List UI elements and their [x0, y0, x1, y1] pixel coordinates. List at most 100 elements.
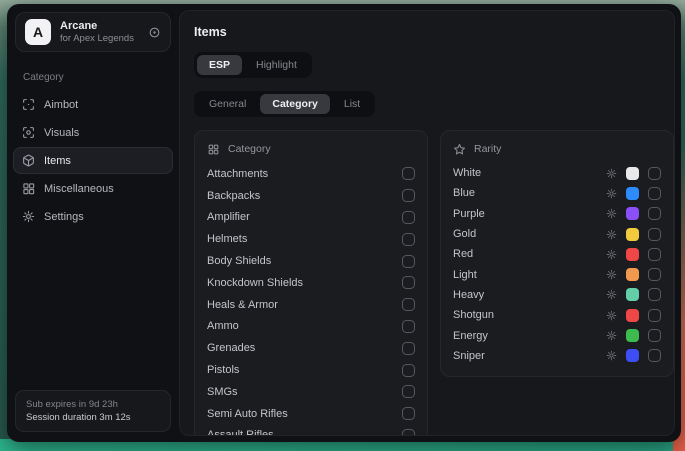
view-tab[interactable]: General: [197, 94, 258, 114]
view-tab[interactable]: List: [332, 94, 372, 114]
session-card: Sub expires in 9d 23h Session duration 3…: [15, 390, 171, 432]
category-checkbox[interactable]: [402, 211, 415, 224]
category-checkbox[interactable]: [402, 167, 415, 180]
color-swatch[interactable]: [626, 248, 639, 261]
color-swatch[interactable]: [626, 167, 639, 180]
category-checkbox[interactable]: [402, 255, 415, 268]
gear-icon[interactable]: [606, 249, 617, 260]
color-swatch[interactable]: [626, 187, 639, 200]
color-swatch[interactable]: [626, 349, 639, 362]
category-row-label: Assault Rifles: [207, 429, 274, 436]
category-row-label: Semi Auto Rifles: [207, 408, 288, 420]
session-duration-text: Session duration 3m 12s: [26, 411, 160, 424]
crosshair-icon: [22, 98, 35, 111]
category-checkbox[interactable]: [402, 298, 415, 311]
rarity-checkbox[interactable]: [648, 288, 661, 301]
mode-tab[interactable]: ESP: [197, 55, 242, 75]
color-swatch[interactable]: [626, 268, 639, 281]
rarity-row-label: Purple: [453, 208, 485, 220]
star-icon: [453, 143, 466, 156]
sidebar-item[interactable]: Settings: [13, 203, 173, 230]
category-row: Backpacks: [207, 185, 415, 207]
sidebar-item-label: Settings: [44, 211, 84, 223]
category-checkbox[interactable]: [402, 189, 415, 202]
rarity-row-label: Gold: [453, 228, 476, 240]
category-row-label: Heals & Armor: [207, 299, 278, 311]
color-swatch[interactable]: [626, 329, 639, 342]
view-tabs: General Category List: [194, 91, 375, 117]
rarity-row-label: Energy: [453, 330, 488, 342]
category-checkbox[interactable]: [402, 342, 415, 355]
gear-icon[interactable]: [606, 168, 617, 179]
rarity-row: Heavy: [453, 285, 661, 305]
gear-icon[interactable]: [606, 188, 617, 199]
target-icon[interactable]: [148, 26, 161, 39]
category-row: Amplifier: [207, 207, 415, 229]
gear-icon[interactable]: [606, 330, 617, 341]
view-tab[interactable]: Category: [260, 94, 330, 114]
rarity-checkbox[interactable]: [648, 207, 661, 220]
page-title: Items: [194, 25, 660, 39]
category-checkbox[interactable]: [402, 407, 415, 420]
rarity-row: White: [453, 163, 661, 183]
rarity-panel-header: Rarity: [453, 135, 661, 163]
gear-icon[interactable]: [606, 289, 617, 300]
sidebar-item[interactable]: Visuals: [13, 119, 173, 146]
rarity-row: Red: [453, 244, 661, 264]
brand-card: A Arcane for Apex Legends: [15, 12, 171, 52]
category-row: Body Shields: [207, 250, 415, 272]
box-icon: [22, 154, 35, 167]
category-row: Knockdown Shields: [207, 272, 415, 294]
color-swatch[interactable]: [626, 207, 639, 220]
rarity-checkbox[interactable]: [648, 167, 661, 180]
gear-icon[interactable]: [606, 350, 617, 361]
rarity-row: Sniper: [453, 346, 661, 366]
category-checkbox[interactable]: [402, 364, 415, 377]
brand-logo: A: [25, 19, 51, 45]
color-swatch[interactable]: [626, 228, 639, 241]
sidebar-item[interactable]: Items: [13, 147, 173, 174]
gear-icon[interactable]: [606, 269, 617, 280]
category-row-label: Body Shields: [207, 255, 271, 267]
category-panel-title: Category: [228, 143, 271, 155]
grid-icon: [207, 143, 220, 156]
category-row: Ammo: [207, 316, 415, 338]
brand-text: Arcane for Apex Legends: [60, 20, 139, 45]
category-row-label: Ammo: [207, 320, 239, 332]
rarity-row: Gold: [453, 224, 661, 244]
gear-icon[interactable]: [606, 310, 617, 321]
category-row-label: Knockdown Shields: [207, 277, 303, 289]
category-checkbox[interactable]: [402, 320, 415, 333]
category-row-label: Backpacks: [207, 190, 260, 202]
gear-icon[interactable]: [606, 229, 617, 240]
sidebar-item[interactable]: Aimbot: [13, 91, 173, 118]
rarity-row-label: Sniper: [453, 350, 485, 362]
rarity-checkbox[interactable]: [648, 228, 661, 241]
category-row-label: SMGs: [207, 386, 238, 398]
rarity-checkbox[interactable]: [648, 268, 661, 281]
settings-columns: Category Attachments Backpacks Amplifier: [194, 130, 660, 436]
category-row: Grenades: [207, 337, 415, 359]
category-checkbox[interactable]: [402, 429, 415, 436]
rarity-checkbox[interactable]: [648, 309, 661, 322]
category-row-label: Grenades: [207, 342, 255, 354]
rarity-checkbox[interactable]: [648, 248, 661, 261]
category-checkbox[interactable]: [402, 276, 415, 289]
gear-icon[interactable]: [606, 208, 617, 219]
sidebar-section-label: Category: [23, 72, 163, 83]
category-row: Helmets: [207, 228, 415, 250]
category-row: Pistols: [207, 359, 415, 381]
category-row-label: Pistols: [207, 364, 239, 376]
category-row-label: Attachments: [207, 168, 268, 180]
rarity-checkbox[interactable]: [648, 187, 661, 200]
rarity-panel-title: Rarity: [474, 143, 501, 155]
category-checkbox[interactable]: [402, 385, 415, 398]
color-swatch[interactable]: [626, 309, 639, 322]
rarity-checkbox[interactable]: [648, 329, 661, 342]
sidebar-item[interactable]: Miscellaneous: [13, 175, 173, 202]
mode-tab[interactable]: Highlight: [244, 55, 309, 75]
color-swatch[interactable]: [626, 288, 639, 301]
category-checkbox[interactable]: [402, 233, 415, 246]
gear-icon: [22, 210, 35, 223]
rarity-checkbox[interactable]: [648, 349, 661, 362]
